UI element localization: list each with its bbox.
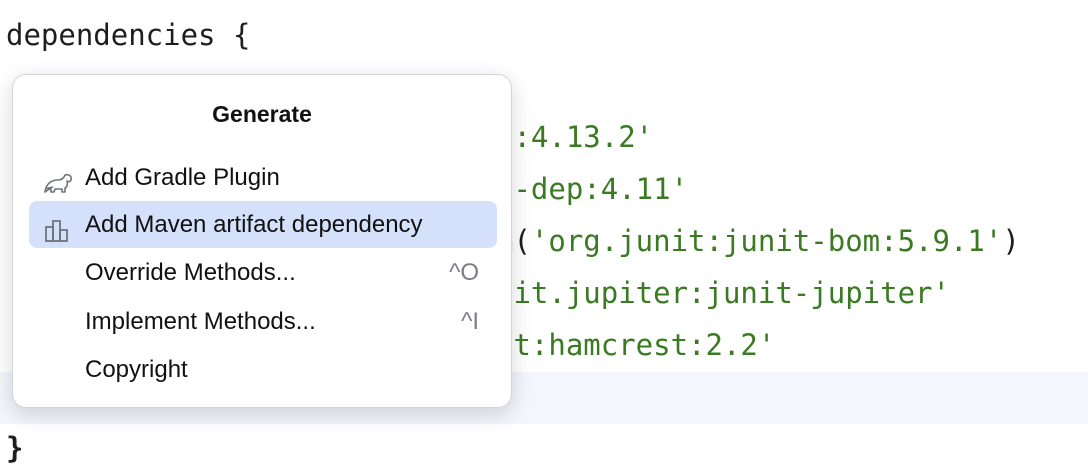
maven-artifact-icon <box>43 212 71 242</box>
shortcut-label: ^O <box>449 259 479 286</box>
code-line[interactable]: t-dep:4.11' <box>496 163 688 215</box>
code-line[interactable]: nit.jupiter:junit-jupiter' <box>496 267 950 319</box>
menu-item-override-methods[interactable]: Override Methods... ^O <box>29 249 497 296</box>
shortcut-label: ^I <box>461 308 479 335</box>
code-line[interactable]: t:4.13.2' <box>496 111 653 163</box>
code-line[interactable]: st:hamcrest:2.2' <box>496 319 775 371</box>
menu-item-label: Add Maven artifact dependency <box>85 211 423 238</box>
string-literal: t:4.13.2' <box>496 120 654 154</box>
code-text: } <box>6 431 24 465</box>
string-literal: t-dep:4.11' <box>496 172 689 206</box>
menu-item-label: Override Methods... <box>85 259 296 286</box>
generate-popup: Generate Add Gradle Plugin Add Maven art… <box>12 74 512 408</box>
menu-item-label: Implement Methods... <box>85 308 316 335</box>
gradle-elephant-icon <box>43 165 72 193</box>
popup-title: Generate <box>212 101 312 127</box>
menu-item-add-maven-dependency[interactable]: Add Maven artifact dependency <box>29 201 497 248</box>
code-line[interactable]: m('org.junit:junit-bom:5.9.1') <box>496 215 1020 267</box>
code-line-close[interactable]: } <box>6 422 23 474</box>
menu-item-label: Add Gradle Plugin <box>85 164 280 191</box>
string-literal: 'org.junit:junit-bom:5.9.1' <box>530 224 1003 258</box>
string-literal: nit.jupiter:junit-jupiter' <box>496 276 950 310</box>
code-line-dependencies[interactable]: dependencies { <box>6 9 250 61</box>
menu-item-label: Copyright <box>85 356 188 383</box>
code-text: dependencies { <box>6 18 251 52</box>
menu-item-add-gradle-plugin[interactable]: Add Gradle Plugin <box>29 154 497 201</box>
string-literal: st:hamcrest:2.2' <box>496 328 776 362</box>
code-text: ) <box>1002 224 1020 258</box>
menu-item-implement-methods[interactable]: Implement Methods... ^I <box>29 298 497 345</box>
menu-item-copyright[interactable]: Copyright <box>29 346 497 393</box>
